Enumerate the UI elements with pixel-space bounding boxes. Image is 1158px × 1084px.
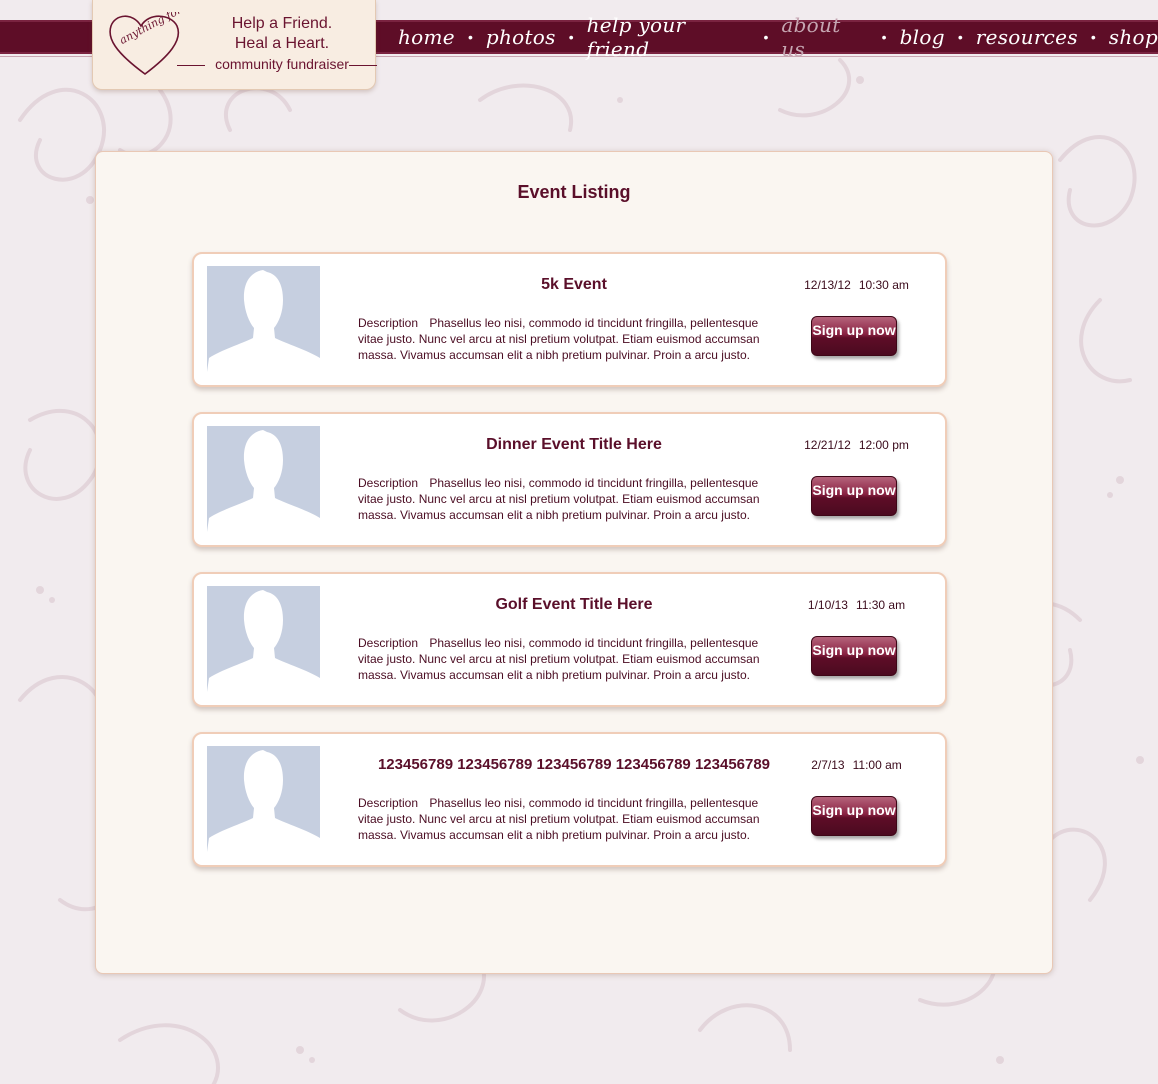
tagline: Help a Friend. Heal a Heart. community f… — [197, 14, 367, 74]
nav-separator: • — [568, 29, 574, 45]
main-nav: home • photos • help your friend • about… — [398, 13, 1158, 61]
event-date: 2/7/13 — [811, 758, 845, 772]
event-card: 123456789 123456789 123456789 123456789 … — [192, 732, 947, 867]
event-title: Dinner Event Title Here — [486, 436, 662, 453]
nav-blog[interactable]: blog — [900, 25, 945, 49]
description-label: Description — [358, 796, 419, 810]
description-label: Description — [358, 316, 419, 330]
event-datetime: 12/21/12 12:00 pm — [784, 438, 929, 452]
event-description: Description Phasellus leo nisi, commodo … — [358, 635, 778, 683]
tagline-line3: community fundraiser — [215, 56, 349, 72]
description-text: Phasellus leo nisi, commodo id tincidunt… — [358, 636, 760, 682]
event-time: 10:30 am — [858, 278, 909, 292]
event-card: Golf Event Title Here 1/10/13 11:30 am De… — [192, 572, 947, 707]
event-description: Description Phasellus leo nisi, commodo … — [358, 795, 778, 843]
description-label: Description — [358, 476, 419, 490]
event-time: 12:00 pm — [858, 438, 909, 452]
tagline-line1: Help a Friend. — [231, 15, 333, 32]
person-silhouette-icon — [207, 266, 320, 372]
event-listing-panel: Event Listing 5k Event 12/13/12 10:30 am … — [95, 151, 1053, 974]
tagline-rule — [177, 65, 205, 66]
description-text: Phasellus leo nisi, commodo id tincidunt… — [358, 316, 760, 362]
sign-up-button[interactable]: Sign up now — [811, 636, 897, 676]
event-title: 5k Event — [541, 276, 607, 293]
nav-resources[interactable]: resources — [976, 25, 1078, 49]
event-time: 11:30 am — [855, 598, 906, 612]
nav-photos[interactable]: photos — [486, 25, 556, 49]
event-datetime: 12/13/12 10:30 am — [784, 278, 929, 292]
person-silhouette-icon — [207, 746, 320, 852]
sign-up-button[interactable]: Sign up now — [811, 476, 897, 516]
nav-home[interactable]: home — [398, 25, 455, 49]
event-description: Description Phasellus leo nisi, commodo … — [358, 475, 778, 523]
event-date: 12/13/12 — [804, 278, 851, 292]
description-text: Phasellus leo nisi, commodo id tincidunt… — [358, 796, 760, 842]
nav-separator: • — [1090, 29, 1096, 45]
tagline-line2: Heal a Heart. — [234, 35, 330, 52]
nav-separator: • — [467, 29, 473, 45]
nav-shop[interactable]: shop — [1109, 25, 1158, 49]
nav-separator: • — [763, 29, 769, 45]
sign-up-button[interactable]: Sign up now — [811, 316, 897, 356]
nav-about-us[interactable]: about us — [781, 13, 868, 61]
event-title: Golf Event Title Here — [495, 596, 653, 613]
person-silhouette-icon — [207, 586, 320, 692]
event-card: Dinner Event Title Here 12/21/12 12:00 pm… — [192, 412, 947, 547]
heart-logo-icon: anything for a friend — [109, 12, 185, 75]
event-date: 1/10/13 — [807, 598, 848, 612]
nav-help-your-friend[interactable]: help your friend — [587, 13, 751, 61]
nav-separator: • — [957, 29, 963, 45]
event-card: 5k Event 12/13/12 10:30 am Description Ph… — [192, 252, 947, 387]
event-date: 12/21/12 — [804, 438, 851, 452]
event-time: 11:00 am — [852, 758, 902, 772]
person-silhouette-icon — [207, 426, 320, 532]
logo-text: anything for a friend — [117, 12, 185, 47]
description-text: Phasellus leo nisi, commodo id tincidunt… — [358, 476, 760, 522]
event-datetime: 1/10/13 11:30 am — [784, 598, 929, 612]
sign-up-button[interactable]: Sign up now — [811, 796, 897, 836]
event-datetime: 2/7/13 11:00 am — [784, 758, 929, 772]
description-label: Description — [358, 636, 419, 650]
page-title: Event Listing — [517, 182, 631, 202]
event-description: Description Phasellus leo nisi, commodo … — [358, 315, 778, 363]
site-logo[interactable]: anything for a friend Help a Friend. Hea… — [92, 0, 377, 90]
nav-separator: • — [881, 29, 887, 45]
event-title: 123456789 123456789 123456789 123456789 … — [377, 756, 771, 773]
tagline-rule — [349, 65, 377, 66]
